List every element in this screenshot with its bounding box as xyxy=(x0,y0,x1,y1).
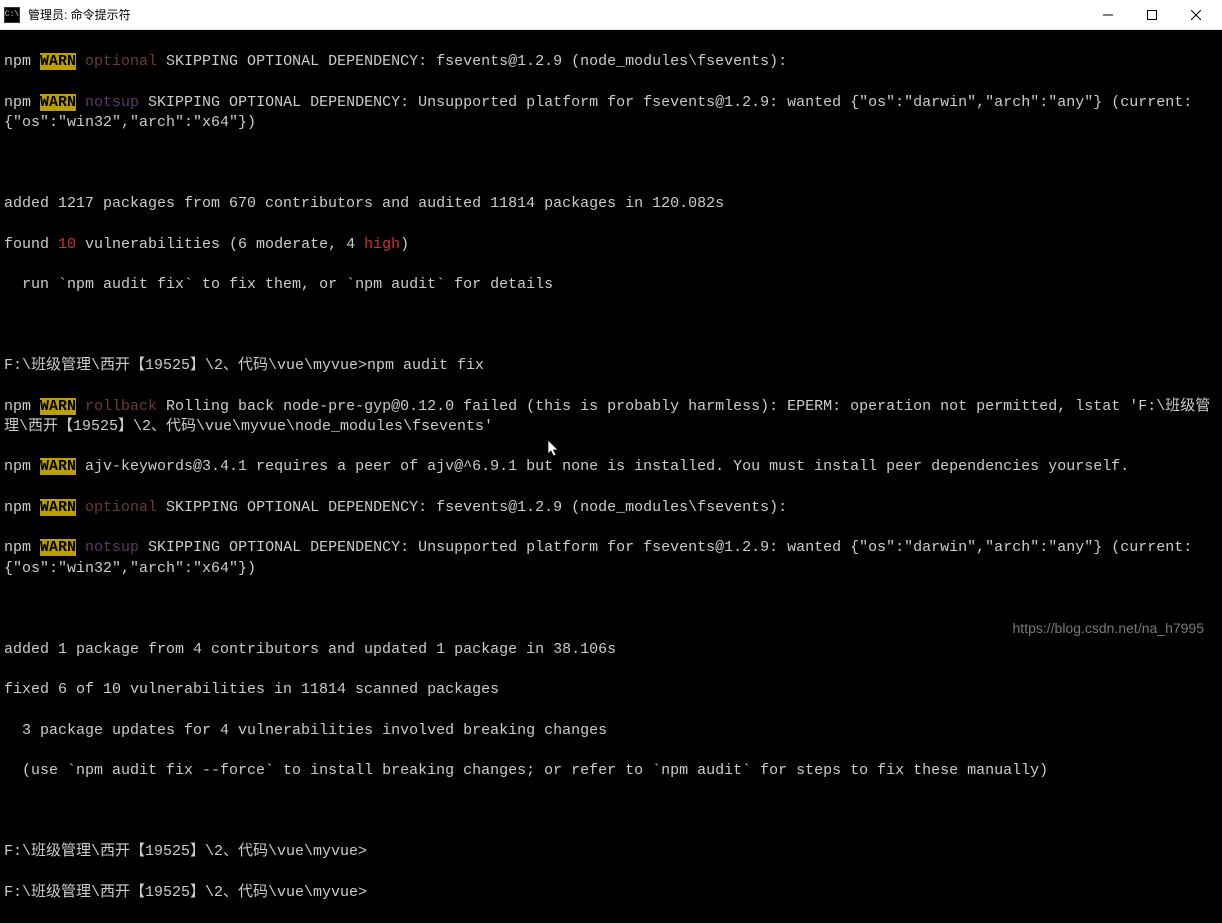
terminal-output[interactable]: npm WARN optional SKIPPING OPTIONAL DEPE… xyxy=(0,30,1222,648)
output-line xyxy=(4,154,1218,174)
output-line: npm WARN notsup SKIPPING OPTIONAL DEPEND… xyxy=(4,93,1218,134)
prompt-line: F:\班级管理\西开【19525】\2、代码\vue\myvue> xyxy=(4,883,1218,903)
window-titlebar: C:\ 管理员: 命令提示符 xyxy=(0,0,1222,30)
output-line: (use `npm audit fix --force` to install … xyxy=(4,761,1218,781)
output-line: run `npm audit fix` to fix them, or `npm… xyxy=(4,275,1218,295)
output-line: npm WARN ajv-keywords@3.4.1 requires a p… xyxy=(4,457,1218,477)
warn-badge: WARN xyxy=(40,499,76,516)
maximize-button[interactable] xyxy=(1130,1,1174,29)
output-line: npm WARN optional SKIPPING OPTIONAL DEPE… xyxy=(4,52,1218,72)
output-line: added 1217 packages from 670 contributor… xyxy=(4,194,1218,214)
warn-badge: WARN xyxy=(40,539,76,556)
output-line: found 10 vulnerabilities (6 moderate, 4 … xyxy=(4,235,1218,255)
output-line xyxy=(4,316,1218,336)
warn-badge: WARN xyxy=(40,94,76,111)
output-line: npm WARN optional SKIPPING OPTIONAL DEPE… xyxy=(4,498,1218,518)
output-line: npm WARN rollback Rolling back node-pre-… xyxy=(4,397,1218,438)
watermark-text: https://blog.csdn.net/na_h7995 xyxy=(1013,620,1204,636)
output-line: npm WARN notsup SKIPPING OPTIONAL DEPEND… xyxy=(4,538,1218,579)
cmd-icon: C:\ xyxy=(4,7,20,23)
window-controls xyxy=(1086,1,1218,29)
output-line xyxy=(4,599,1218,619)
prompt-line: F:\班级管理\西开【19525】\2、代码\vue\myvue>npm aud… xyxy=(4,356,1218,376)
warn-badge: WARN xyxy=(40,458,76,475)
minimize-button[interactable] xyxy=(1086,1,1130,29)
output-line: 3 package updates for 4 vulnerabilities … xyxy=(4,721,1218,741)
warn-badge: WARN xyxy=(40,398,76,415)
output-line: added 1 package from 4 contributors and … xyxy=(4,640,1218,660)
output-line: fixed 6 of 10 vulnerabilities in 11814 s… xyxy=(4,680,1218,700)
warn-badge: WARN xyxy=(40,53,76,70)
window-title: 管理员: 命令提示符 xyxy=(28,6,1086,23)
prompt-line: F:\班级管理\西开【19525】\2、代码\vue\myvue> xyxy=(4,842,1218,862)
output-line xyxy=(4,802,1218,822)
close-button[interactable] xyxy=(1174,1,1218,29)
